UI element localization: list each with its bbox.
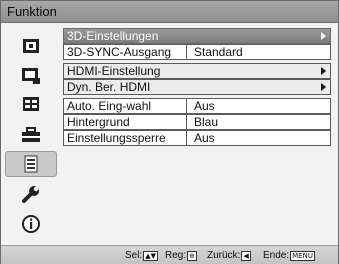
row-divider bbox=[186, 99, 187, 113]
setup-icon bbox=[23, 97, 39, 111]
menu-row-value: Aus bbox=[194, 131, 215, 145]
menu-row-label: Auto. Eing-wahl bbox=[67, 99, 152, 113]
hint-end-label: Ende: bbox=[263, 250, 290, 261]
sidebar-item-screen[interactable] bbox=[5, 63, 57, 89]
key-hint-bar: Sel: ▲▼ Reg: ⊕ Zurück: ◀ Ende: MENU bbox=[1, 245, 338, 264]
hint-end: Ende: MENU bbox=[263, 250, 315, 261]
menu-row-hdmi-einstellung[interactable]: HDMI-Einstellung bbox=[63, 63, 331, 79]
menu-row-label: 3D-SYNC-Ausgang bbox=[67, 45, 172, 59]
menu-row-3d-einstellungen[interactable]: 3D-Einstellungen bbox=[63, 28, 331, 44]
chevron-right-icon bbox=[321, 83, 326, 91]
enter-key-icon: ⊕ bbox=[187, 250, 197, 261]
picture-icon bbox=[23, 39, 39, 53]
left-key-icon: ◀ bbox=[241, 250, 251, 261]
menu-row-label: 3D-Einstellungen bbox=[67, 29, 159, 43]
info-icon bbox=[22, 215, 40, 233]
sidebar-item-function[interactable] bbox=[5, 151, 57, 177]
wrench-icon bbox=[22, 186, 39, 203]
chevron-right-icon bbox=[321, 32, 326, 40]
function-icon bbox=[24, 155, 38, 173]
row-divider bbox=[186, 45, 187, 59]
hint-back-label: Zurück: bbox=[207, 250, 241, 261]
sidebar-item-info[interactable] bbox=[5, 211, 57, 237]
title-bar: Funktion bbox=[1, 1, 338, 23]
menu-row-label: Hintergrund bbox=[67, 115, 130, 129]
category-sidebar bbox=[5, 29, 57, 243]
menu-row-3d-sync-ausgang[interactable]: 3D-SYNC-Ausgang Standard bbox=[63, 44, 331, 60]
screen-icon bbox=[22, 68, 40, 84]
hint-adjust: Reg: ⊕ bbox=[165, 250, 197, 261]
chevron-right-icon bbox=[321, 67, 326, 75]
menu-row-dyn-ber-hdmi[interactable]: Dyn. Ber. HDMI bbox=[63, 79, 331, 95]
menu-window: Funktion 3D-Einstellungen 3D-SYNC-Ausgan… bbox=[0, 0, 339, 264]
hint-select: Sel: ▲▼ bbox=[125, 250, 159, 261]
sidebar-item-service[interactable] bbox=[5, 181, 57, 207]
menu-key-icon: MENU bbox=[290, 250, 315, 261]
hint-adjust-label: Reg: bbox=[165, 250, 187, 261]
menu-row-label: HDMI-Einstellung bbox=[67, 64, 161, 78]
menu-row-einstellungssperre[interactable]: Einstellungssperre Aus bbox=[63, 130, 331, 146]
menu-row-label: Dyn. Ber. HDMI bbox=[67, 80, 151, 94]
sidebar-item-setup[interactable] bbox=[5, 91, 57, 117]
sidebar-item-picture[interactable] bbox=[5, 33, 57, 59]
menu-row-value: Standard bbox=[194, 45, 243, 59]
row-divider bbox=[186, 115, 187, 129]
menu-row-label: Einstellungssperre bbox=[67, 131, 166, 145]
row-divider bbox=[186, 131, 187, 145]
hint-select-label: Sel: bbox=[125, 250, 143, 261]
menu-row-value: Blau bbox=[194, 115, 219, 129]
sidebar-item-installation[interactable] bbox=[5, 122, 57, 148]
menu-row-hintergrund[interactable]: Hintergrund Blau bbox=[63, 114, 331, 130]
hint-back: Zurück: ◀ bbox=[207, 250, 251, 261]
menu-row-auto-eing-wahl[interactable]: Auto. Eing-wahl Aus bbox=[63, 98, 331, 114]
menu-row-value: Aus bbox=[194, 99, 215, 113]
menu-title: Funktion bbox=[7, 4, 57, 19]
up-down-keys-icon: ▲▼ bbox=[143, 250, 159, 261]
installation-icon bbox=[22, 127, 40, 142]
